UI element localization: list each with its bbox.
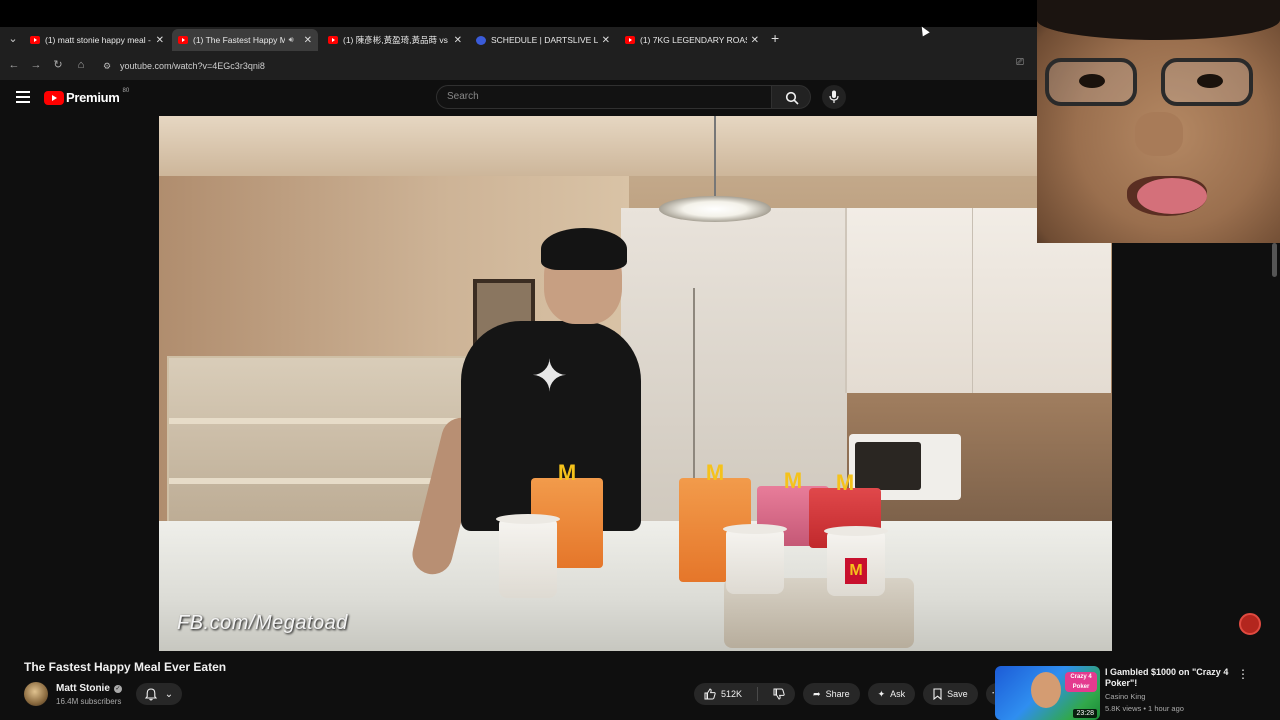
scene-ceiling <box>159 116 1112 176</box>
tab-fastest-happy-meal[interactable]: (1) The Fastest Happy Meal 🔊︎ ✕ <box>172 29 318 51</box>
reload-icon[interactable]: ↻ <box>50 57 66 73</box>
video-watermark: FB.com/Megatoad <box>177 612 348 634</box>
share-arrow-icon: ➦ <box>813 688 821 699</box>
channel-name-link[interactable]: Matt Stonie ✓ <box>56 683 122 694</box>
tab-title: (1) 7KG LEGENDARY ROAST PO <box>640 35 747 45</box>
sparkle-icon: ✦ <box>877 688 886 699</box>
video-player[interactable]: M M M M M FB.com/Megatoad <box>159 116 1112 651</box>
close-tab-icon[interactable]: ✕ <box>454 35 462 46</box>
youtube-play-icon <box>44 90 64 105</box>
glasses <box>1037 58 1280 112</box>
recommended-video-thumbnail[interactable]: Crazy 4 Poker 23:28 <box>995 666 1100 720</box>
drink-cup <box>723 524 787 594</box>
tab-legendary-roast[interactable]: (1) 7KG LEGENDARY ROAST PO ✕ <box>619 29 765 51</box>
channel-avatar[interactable] <box>24 682 48 706</box>
speaker-icon[interactable]: 🔊︎ <box>289 35 294 45</box>
tab-darts-match[interactable]: (1) 陳彥彬,黃盈琦,黃品蒔 vs 廖子 ✕ <box>322 29 468 51</box>
recommended-channel-name[interactable]: Casino King <box>1105 692 1145 701</box>
tab-strip: ⌄ (1) matt stonie happy meal - Yo ✕ (1) … <box>0 27 1040 51</box>
youtube-icon <box>178 36 188 44</box>
tab-title: (1) 陳彥彬,黃盈琦,黃品蒔 vs 廖子 <box>343 35 450 45</box>
menu-icon[interactable] <box>16 91 30 103</box>
tab-dartslive-schedule[interactable]: SCHEDULE | DARTSLIVE LEAGUE ✕ <box>470 29 616 51</box>
home-icon[interactable]: ⌂ <box>73 57 89 73</box>
youtube-logo[interactable]: Premium 80 <box>44 87 130 105</box>
youtube-icon <box>30 36 40 44</box>
share-button[interactable]: ➦ Share <box>803 683 860 705</box>
logo-text: Premium <box>66 90 120 105</box>
save-button[interactable]: Save <box>923 683 978 705</box>
forward-arrow-icon[interactable]: → <box>28 57 44 73</box>
kebab-menu-icon[interactable]: ⋮ <box>1237 667 1249 681</box>
dislike-button[interactable] <box>763 683 795 705</box>
tab-search-chevron-icon[interactable]: ⌄ <box>4 30 22 48</box>
video-duration: 23:28 <box>1073 709 1097 718</box>
save-label: Save <box>947 689 968 699</box>
search-button[interactable] <box>771 85 811 109</box>
like-dislike-group: 512K <box>694 683 796 705</box>
chevron-down-icon: ⌄ <box>164 688 174 700</box>
drink-cup <box>496 514 560 598</box>
thumbs-down-icon <box>773 688 785 700</box>
close-tab-icon[interactable]: ✕ <box>602 35 610 46</box>
back-arrow-icon[interactable]: ← <box>6 57 22 73</box>
bell-icon <box>144 687 157 700</box>
thumbnail-badge: Crazy 4 Poker <box>1065 672 1097 692</box>
video-actions: 512K ➦ Share ✦ Ask Save ⋯ <box>694 683 1008 705</box>
new-tab-plus-icon[interactable]: + <box>771 30 779 46</box>
url-field[interactable]: ⚙ youtube.com/watch?v=4EGc3r3qni8 <box>100 57 1000 75</box>
right-gutter <box>1112 243 1280 651</box>
scene-lamp <box>659 196 771 222</box>
page-scrollbar[interactable] <box>1272 243 1277 277</box>
close-tab-icon[interactable]: ✕ <box>156 35 164 46</box>
thumbs-up-icon <box>704 688 716 700</box>
scene-person-hair <box>541 228 627 270</box>
microphone-icon <box>829 90 839 103</box>
youtube-icon <box>625 36 635 44</box>
cast-icon[interactable]: ⎚ <box>1016 57 1024 68</box>
search-icon <box>785 91 799 105</box>
youtube-icon <box>328 36 338 44</box>
like-button[interactable]: 512K <box>694 683 752 705</box>
notification-bell-button[interactable]: ⌄ <box>136 683 182 705</box>
voice-search-button[interactable] <box>822 85 846 109</box>
floating-avatar-icon[interactable] <box>1239 613 1261 635</box>
url-text: youtube.com/watch?v=4EGc3r3qni8 <box>120 61 265 71</box>
subscriber-count: 16.4M subscribers <box>56 697 122 706</box>
ask-label: Ask <box>890 689 906 699</box>
country-code: 80 <box>122 87 130 94</box>
dartslive-icon <box>476 35 486 45</box>
video-title: The Fastest Happy Meal Ever Eaten <box>24 660 227 674</box>
bookmark-icon <box>933 688 942 700</box>
tab-title: SCHEDULE | DARTSLIVE LEAGUE <box>491 35 598 45</box>
tab-title: (1) matt stonie happy meal - Yo <box>45 35 152 45</box>
webcam-overlay <box>1037 0 1280 243</box>
close-tab-icon[interactable]: ✕ <box>304 35 312 46</box>
tab-matt-stonie-search[interactable]: (1) matt stonie happy meal - Yo ✕ <box>24 29 170 51</box>
verified-check-icon: ✓ <box>113 684 122 693</box>
tab-title: (1) The Fastest Happy Meal <box>193 35 285 45</box>
site-info-icon[interactable]: ⚙ <box>100 61 114 72</box>
left-gutter <box>0 116 159 651</box>
scene-lamp-cord <box>714 116 716 198</box>
search-placeholder: Search <box>447 91 479 102</box>
share-label: Share <box>825 689 850 699</box>
channel-name: Matt Stonie <box>56 683 110 694</box>
search-input[interactable]: Search <box>436 85 771 109</box>
address-bar-row: ← → ↻ ⌂ ⚙ youtube.com/watch?v=4EGc3r3qni… <box>0 51 1040 80</box>
recommended-video-meta: 5.8K views • 1 hour ago <box>1105 704 1184 713</box>
like-count: 512K <box>721 689 743 699</box>
ask-button[interactable]: ✦ Ask <box>867 683 916 705</box>
recommended-video-title[interactable]: I Gambled $1000 on "Crazy 4 Poker"! <box>1105 667 1235 689</box>
close-tab-icon[interactable]: ✕ <box>751 35 759 46</box>
mcdonalds-cup: M <box>824 526 888 596</box>
